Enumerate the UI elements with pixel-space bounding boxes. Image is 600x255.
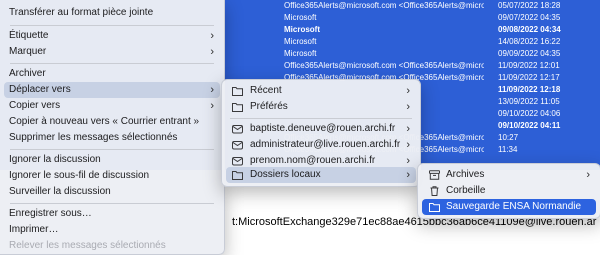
menu-item-label: Étiquette <box>9 30 49 41</box>
submenu-item-label: Dossiers locaux <box>250 169 321 180</box>
menu-item-label: Enregistrer sous… <box>9 208 92 219</box>
submenu-item-archives[interactable]: Archives › <box>422 167 596 183</box>
menu-separator <box>10 63 214 64</box>
menu-item-label: Marquer <box>9 46 47 57</box>
message-sender: Office365Alerts@microsoft.com <Office365… <box>284 1 484 10</box>
chevron-right-icon: › <box>406 101 410 113</box>
message-date: 09/10/2022 04:06 <box>498 109 561 118</box>
message-date: 11/09/2022 12:17 <box>498 73 560 82</box>
folder-icon <box>232 171 243 180</box>
chevron-right-icon: › <box>210 100 214 112</box>
menu-item-label: Transférer au format pièce jointe <box>9 7 154 18</box>
message-sender: Microsoft <box>284 37 317 46</box>
message-date: 11/09/2022 12:18 <box>498 85 561 94</box>
menu-item-label: Copier vers <box>9 100 61 111</box>
menu-item-label: Imprimer… <box>9 224 59 235</box>
menu-item-move-to[interactable]: Déplacer vers › <box>4 82 220 98</box>
submenu-item-recent[interactable]: Récent › <box>226 83 416 99</box>
menu-item-label: Relever les messages sélectionnés <box>9 240 166 251</box>
folder-icon <box>232 103 243 112</box>
message-date: 13/09/2022 11:05 <box>498 97 560 106</box>
menu-item-save-as[interactable]: Enregistrer sous… <box>4 206 220 222</box>
menu-item-print[interactable]: Imprimer… <box>4 222 220 238</box>
menu-item-copy-again[interactable]: Copier à nouveau vers « Courrier entrant… <box>4 114 220 130</box>
chevron-right-icon: › <box>210 84 214 96</box>
mail-account-icon <box>232 141 243 150</box>
menu-item-label: Déplacer vers <box>9 84 71 95</box>
message-date: 14/08/2022 16:22 <box>498 37 561 46</box>
chevron-right-icon: › <box>210 30 214 42</box>
menu-item-label: Ignorer le sous-fil de discussion <box>9 170 150 181</box>
folder-icon <box>429 203 440 212</box>
menu-item-fetch-selected: Relever les messages sélectionnés <box>4 238 220 254</box>
menu-item-label: Archiver <box>9 68 46 79</box>
context-menu: Transférer au format pièce jointe Étique… <box>0 0 225 255</box>
submenu-item-sauvegarde-ensa[interactable]: Sauvegarde ENSA Normandie <box>422 199 596 215</box>
message-sender: Microsoft <box>284 49 317 58</box>
submenu-item-label: Récent <box>250 85 282 96</box>
chevron-right-icon: › <box>406 169 410 181</box>
submenu-item-label: Corbeille <box>446 185 486 196</box>
message-date: 10:27 <box>498 133 519 142</box>
message-sender: Microsoft <box>284 25 320 34</box>
trash-icon <box>430 186 439 196</box>
menu-item-label: Surveiller la discussion <box>9 186 111 197</box>
menu-item-ignore-subthread[interactable]: Ignorer le sous-fil de discussion <box>4 168 220 184</box>
submenu-item-favorites[interactable]: Préférés › <box>226 99 416 115</box>
menu-item-copy-to[interactable]: Copier vers › <box>4 98 220 114</box>
message-date: 11/09/2022 12:01 <box>498 61 560 70</box>
menu-item-forward-as-attachment[interactable]: Transférer au format pièce jointe <box>4 5 220 21</box>
menu-separator <box>10 25 214 26</box>
message-date: 11:34 <box>498 145 518 154</box>
chevron-right-icon: › <box>406 123 410 135</box>
menu-separator <box>230 118 412 119</box>
menu-item-label: Ignorer la discussion <box>9 154 101 165</box>
menu-item-mark[interactable]: Marquer › <box>4 44 220 60</box>
message-sender: Microsoft <box>284 13 317 22</box>
submenu-item-account-administrateur[interactable]: administrateur@live.rouen.archi.fr › <box>226 137 416 153</box>
chevron-right-icon: › <box>406 85 410 97</box>
menu-item-label: Supprimer les messages sélectionnés <box>9 132 178 143</box>
menu-item-label: Copier à nouveau vers « Courrier entrant… <box>9 116 200 127</box>
submenu-item-label: administrateur@live.rouen.archi.fr <box>250 139 401 150</box>
message-date: 09/08/2022 04:34 <box>498 25 561 34</box>
mail-account-icon <box>232 125 243 134</box>
submenu-item-trash[interactable]: Corbeille <box>422 183 596 199</box>
message-date: 09/07/2022 04:35 <box>498 13 561 22</box>
submenu-item-label: Archives <box>446 169 485 180</box>
submenu-item-label: Préférés <box>250 101 288 112</box>
menu-item-tag[interactable]: Étiquette › <box>4 28 220 44</box>
submenu-item-label: Sauvegarde ENSA Normandie <box>446 201 582 212</box>
menu-item-watch-thread[interactable]: Surveiller la discussion <box>4 184 220 200</box>
menu-item-archive[interactable]: Archiver <box>4 66 220 82</box>
move-to-submenu: Récent › Préférés › baptiste.deneuve@rou… <box>221 79 421 187</box>
submenu-item-label: baptiste.deneuve@rouen.archi.fr <box>250 123 396 134</box>
menu-separator <box>10 203 214 204</box>
message-date: 09/10/2022 04:11 <box>498 121 561 130</box>
local-folders-submenu: Archives › Corbeille Sauvegarde ENSA Nor… <box>417 163 600 219</box>
menu-item-delete-selected[interactable]: Supprimer les messages sélectionnés <box>4 130 220 146</box>
submenu-item-account-baptiste[interactable]: baptiste.deneuve@rouen.archi.fr › <box>226 121 416 137</box>
archive-icon <box>429 170 440 180</box>
message-date: 09/09/2022 04:35 <box>498 49 561 58</box>
chevron-right-icon: › <box>586 169 590 181</box>
menu-item-ignore-thread[interactable]: Ignorer la discussion <box>4 152 220 168</box>
submenu-item-local-folders[interactable]: Dossiers locaux › <box>226 167 416 183</box>
mail-account-icon <box>232 157 243 166</box>
message-date: 05/07/2022 18:28 <box>498 1 561 10</box>
chevron-right-icon: › <box>406 139 410 151</box>
message-sender: Office365Alerts@microsoft.com <Office365… <box>284 61 484 70</box>
menu-separator <box>10 149 214 150</box>
chevron-right-icon: › <box>210 46 214 58</box>
folder-icon <box>232 87 243 96</box>
